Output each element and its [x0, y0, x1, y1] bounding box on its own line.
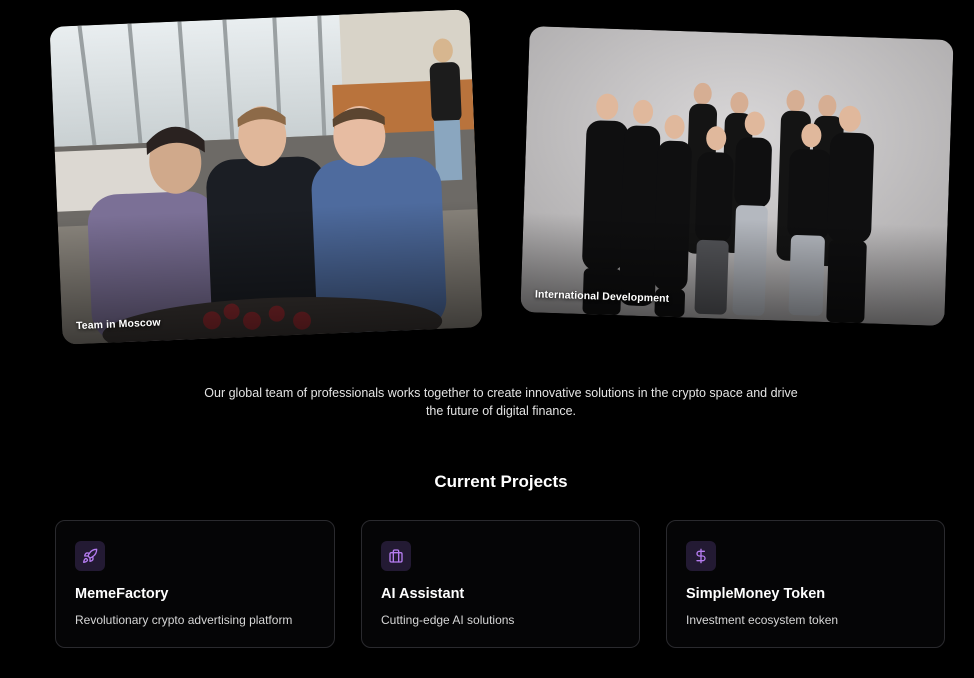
project-card-simplemoney-token[interactable]: SimpleMoney Token Investment ecosystem t… — [666, 520, 945, 648]
page: Team in Moscow International Development… — [0, 0, 974, 678]
team-description: Our global team of professionals works t… — [204, 386, 798, 418]
project-card-ai-assistant[interactable]: AI Assistant Cutting-edge AI solutions — [361, 520, 640, 648]
team-moscow-image — [49, 9, 483, 345]
project-description: Revolutionary crypto advertising platfor… — [75, 613, 293, 627]
project-description: Investment ecosystem token — [686, 613, 839, 627]
briefcase-icon — [381, 541, 411, 571]
project-title: SimpleMoney Token — [686, 586, 826, 602]
dollar-icon — [686, 541, 716, 571]
rocket-icon — [75, 541, 105, 571]
project-title: AI Assistant — [381, 586, 465, 602]
project-title: MemeFactory — [75, 586, 169, 602]
international-development-photo: International Development — [520, 26, 954, 326]
international-development-image — [520, 26, 954, 326]
current-projects-heading: Current Projects — [434, 472, 568, 491]
project-description: Cutting-edge AI solutions — [381, 613, 515, 627]
team-moscow-photo: Team in Moscow — [49, 9, 483, 345]
project-card-memefactory[interactable]: MemeFactory Revolutionary crypto adverti… — [55, 520, 335, 648]
